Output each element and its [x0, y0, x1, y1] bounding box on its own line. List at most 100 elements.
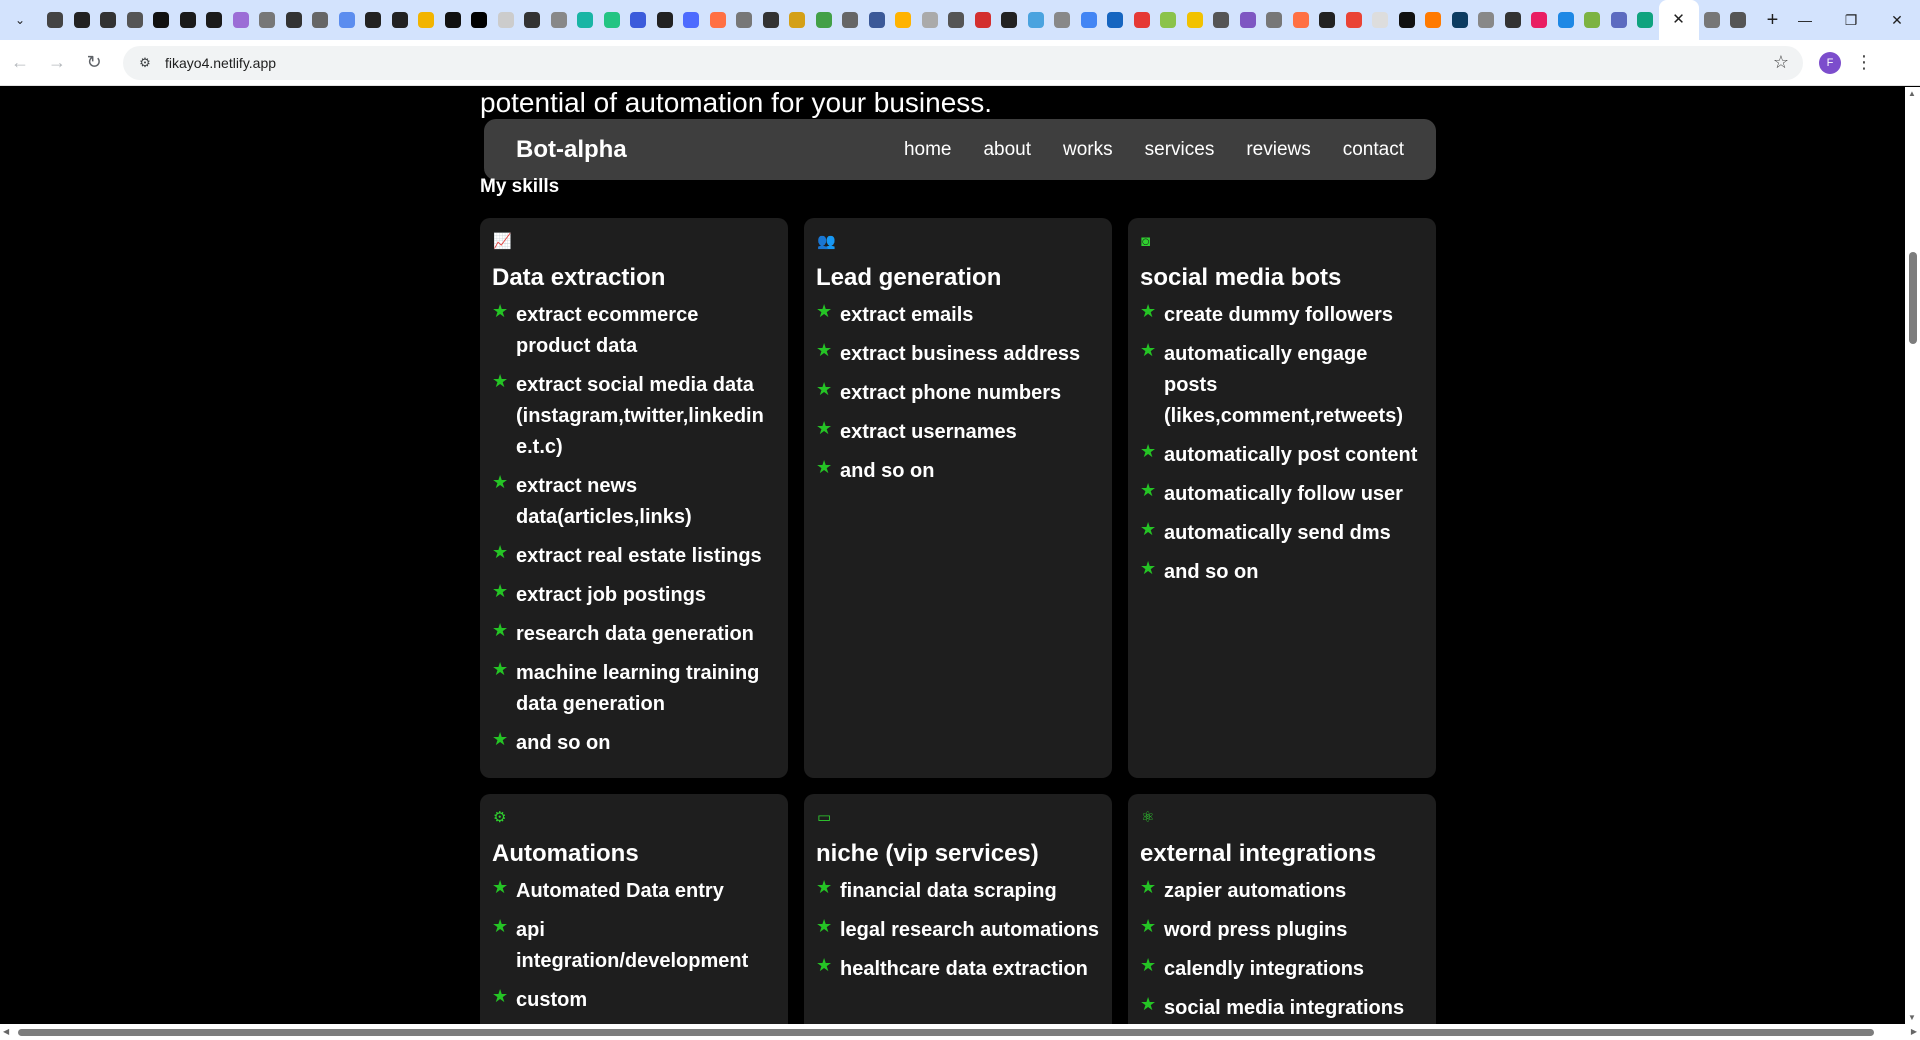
- browser-tab[interactable]: [572, 0, 599, 40]
- close-window-icon[interactable]: ✕: [1874, 0, 1920, 40]
- nav-link-home[interactable]: home: [904, 139, 952, 161]
- forward-arrow-icon[interactable]: →: [40, 46, 74, 80]
- url-text[interactable]: fikayo4.netlify.app: [165, 55, 276, 71]
- browser-tab[interactable]: [387, 0, 414, 40]
- browser-tab[interactable]: [148, 0, 175, 40]
- browser-tab[interactable]: [201, 0, 228, 40]
- browser-tab[interactable]: [1023, 0, 1050, 40]
- browser-tab[interactable]: [652, 0, 679, 40]
- star-bullet-icon: ★: [492, 542, 509, 562]
- site-info-icon[interactable]: ⚙: [135, 53, 155, 73]
- browser-tab[interactable]: [1473, 0, 1500, 40]
- browser-tab[interactable]: [1632, 0, 1659, 40]
- browser-tab[interactable]: [1526, 0, 1553, 40]
- browser-tab[interactable]: [493, 0, 520, 40]
- horizontal-scroll-thumb[interactable]: [18, 1029, 1874, 1036]
- skill-list-item: ★ and so on: [492, 728, 776, 759]
- browser-tab[interactable]: [122, 0, 149, 40]
- browser-tab[interactable]: [1155, 0, 1182, 40]
- browser-tab[interactable]: [678, 0, 705, 40]
- browser-tab[interactable]: [811, 0, 838, 40]
- browser-tab[interactable]: [731, 0, 758, 40]
- scroll-down-arrow-icon[interactable]: ▼: [1908, 1013, 1916, 1022]
- scroll-left-arrow-icon[interactable]: ◀: [3, 1027, 9, 1036]
- brand-logo-text[interactable]: Bot-alpha: [516, 136, 627, 164]
- browser-tab[interactable]: [1699, 0, 1726, 40]
- nav-link-services[interactable]: services: [1145, 139, 1215, 161]
- browser-tab[interactable]: [360, 0, 387, 40]
- browser-tab[interactable]: [837, 0, 864, 40]
- browser-tab[interactable]: [599, 0, 626, 40]
- scroll-up-arrow-icon[interactable]: ▲: [1908, 89, 1916, 98]
- browser-tab[interactable]: [1394, 0, 1421, 40]
- nav-link-reviews[interactable]: reviews: [1246, 139, 1310, 161]
- browser-tab[interactable]: [1579, 0, 1606, 40]
- restore-icon[interactable]: ❐: [1828, 0, 1874, 40]
- bookmark-star-icon[interactable]: ☆: [1773, 52, 1789, 73]
- browser-tab[interactable]: [1341, 0, 1368, 40]
- skill-item-text: zapier automations: [1164, 880, 1347, 902]
- browser-tab[interactable]: [440, 0, 467, 40]
- browser-tab[interactable]: [705, 0, 732, 40]
- browser-tab[interactable]: [890, 0, 917, 40]
- profile-avatar[interactable]: F: [1819, 51, 1841, 74]
- browser-tab[interactable]: [784, 0, 811, 40]
- browser-tab[interactable]: [95, 0, 122, 40]
- robot-arm-icon: ⚙: [493, 809, 507, 826]
- browser-tab[interactable]: [1447, 0, 1474, 40]
- browser-tab[interactable]: [1500, 0, 1527, 40]
- star-bullet-icon: ★: [492, 877, 509, 897]
- browser-tab[interactable]: [307, 0, 334, 40]
- browser-tab[interactable]: [625, 0, 652, 40]
- tab-favicon-icon: [153, 12, 170, 28]
- nav-link-works[interactable]: works: [1063, 139, 1113, 161]
- browser-tab[interactable]: [1261, 0, 1288, 40]
- browser-tab[interactable]: [1288, 0, 1315, 40]
- browser-tab[interactable]: [69, 0, 96, 40]
- browser-tab[interactable]: [864, 0, 891, 40]
- browser-tab[interactable]: [1235, 0, 1262, 40]
- browser-tab[interactable]: [254, 0, 281, 40]
- browser-menu-icon[interactable]: ⋮: [1849, 52, 1879, 73]
- browser-tab[interactable]: [758, 0, 785, 40]
- nav-link-about[interactable]: about: [983, 139, 1031, 161]
- scroll-right-arrow-icon[interactable]: ▶: [1911, 1027, 1917, 1036]
- vertical-scrollbar[interactable]: ▲ ▼: [1905, 87, 1920, 1024]
- browser-tab[interactable]: [334, 0, 361, 40]
- browser-tab[interactable]: [1420, 0, 1447, 40]
- browser-tab[interactable]: [1049, 0, 1076, 40]
- browser-tab[interactable]: [466, 0, 493, 40]
- tab-search-chevron-icon[interactable]: ⌄: [6, 6, 34, 34]
- vertical-scroll-thumb[interactable]: [1909, 252, 1917, 344]
- browser-tab[interactable]: [1367, 0, 1394, 40]
- reload-icon[interactable]: ↻: [77, 46, 111, 80]
- browser-tab[interactable]: [546, 0, 573, 40]
- browser-tab[interactable]: [996, 0, 1023, 40]
- active-browser-tab[interactable]: ✕: [1658, 0, 1699, 40]
- back-arrow-icon[interactable]: ←: [3, 46, 37, 80]
- browser-tab[interactable]: [943, 0, 970, 40]
- browser-tab[interactable]: [519, 0, 546, 40]
- tab-close-icon[interactable]: ✕: [1671, 12, 1687, 28]
- browser-tab[interactable]: [413, 0, 440, 40]
- browser-tab[interactable]: [1553, 0, 1580, 40]
- browser-tab[interactable]: [42, 0, 69, 40]
- address-bar[interactable]: ⚙ fikayo4.netlify.app ☆: [123, 45, 1803, 80]
- browser-tab[interactable]: [281, 0, 308, 40]
- minimize-icon[interactable]: —: [1782, 0, 1828, 40]
- browser-tab[interactable]: [1182, 0, 1209, 40]
- browser-tab[interactable]: [1208, 0, 1235, 40]
- browser-tab[interactable]: [228, 0, 255, 40]
- horizontal-scrollbar[interactable]: ◀ ▶: [0, 1024, 1920, 1040]
- browser-tab[interactable]: [917, 0, 944, 40]
- browser-tab[interactable]: [1076, 0, 1103, 40]
- browser-tab[interactable]: [1725, 0, 1752, 40]
- browser-tab[interactable]: [175, 0, 202, 40]
- browser-tab[interactable]: [1102, 0, 1129, 40]
- tab-favicon-icon: [285, 12, 302, 28]
- browser-tab[interactable]: [1606, 0, 1633, 40]
- browser-tab[interactable]: [970, 0, 997, 40]
- browser-tab[interactable]: [1314, 0, 1341, 40]
- browser-tab[interactable]: [1129, 0, 1156, 40]
- nav-link-contact[interactable]: contact: [1343, 139, 1404, 161]
